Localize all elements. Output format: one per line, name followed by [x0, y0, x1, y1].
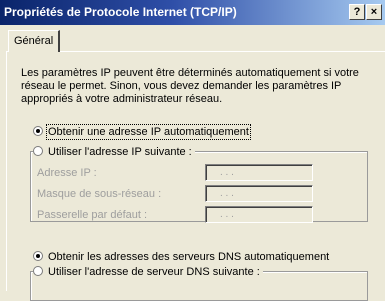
- ip-address-input[interactable]: . . .: [205, 164, 313, 181]
- ip-address-label: Adresse IP :: [37, 167, 97, 179]
- radio-ip-manual-label: Utiliser l'adresse IP suivante :: [48, 146, 192, 158]
- close-button[interactable]: ×: [366, 4, 382, 20]
- tab-general-label: Général: [14, 35, 54, 47]
- radio-ip-auto-indicator[interactable]: [33, 126, 43, 136]
- radio-ip-manual[interactable]: Utiliser l'adresse IP suivante :: [33, 146, 195, 158]
- radio-dns-auto-label: Obtenir les adresses des serveurs DNS au…: [48, 251, 330, 263]
- radio-dns-manual-label: Utiliser l'adresse de serveur DNS suivan…: [48, 266, 260, 278]
- radio-dns-manual[interactable]: Utiliser l'adresse de serveur DNS suivan…: [33, 266, 263, 278]
- subnet-mask-label: Masque de sous-réseau :: [37, 188, 162, 200]
- radio-dns-auto-indicator[interactable]: [33, 251, 43, 261]
- radio-ip-auto[interactable]: Obtenir une adresse IP automatiquement: [33, 124, 251, 140]
- description-text: Les paramètres IP peuvent être déterminé…: [21, 67, 359, 105]
- radio-dns-auto[interactable]: Obtenir les adresses des serveurs DNS au…: [33, 251, 329, 263]
- radio-dns-manual-indicator[interactable]: [33, 266, 43, 276]
- ip-address-value: . . .: [220, 167, 234, 178]
- title-bar: Propriétés de Protocole Internet (TCP/IP…: [0, 0, 385, 25]
- window-title: Propriétés de Protocole Internet (TCP/IP…: [4, 5, 237, 19]
- help-icon: ?: [353, 6, 361, 18]
- tab-general[interactable]: Général: [8, 30, 60, 52]
- subnet-mask-value: . . .: [220, 188, 234, 199]
- subnet-mask-input[interactable]: . . .: [205, 185, 313, 202]
- help-button[interactable]: ?: [349, 4, 365, 20]
- gateway-input[interactable]: . . .: [205, 206, 313, 223]
- radio-ip-auto-label: Obtenir une adresse IP automatiquement: [46, 124, 251, 140]
- close-icon: ×: [370, 6, 378, 18]
- radio-ip-manual-indicator[interactable]: [33, 146, 43, 156]
- gateway-label: Passerelle par défaut :: [37, 209, 148, 221]
- gateway-value: . . .: [220, 209, 234, 220]
